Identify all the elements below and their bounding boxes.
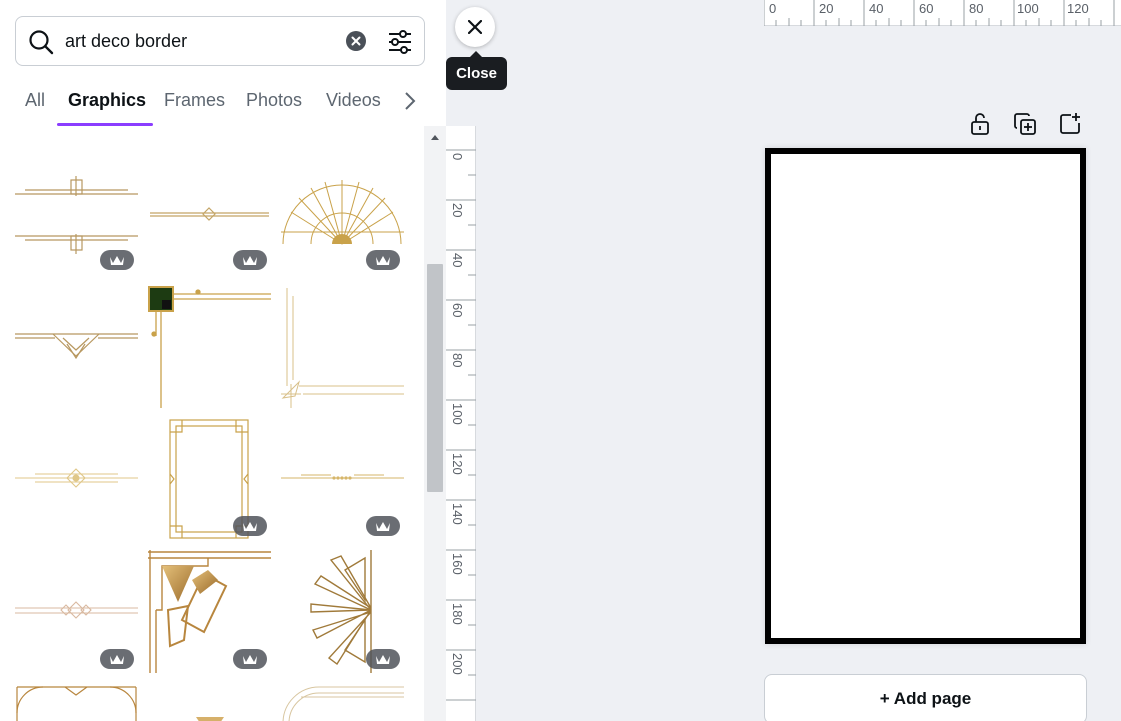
result-chevron-deco-divider[interactable] [15,286,138,408]
tab-videos[interactable]: Videos [326,78,381,124]
crown-icon [233,649,267,669]
result-gold-diamond-divider[interactable] [15,418,138,540]
ruler-label: 140 [450,503,465,525]
ruler-label: 20 [819,1,834,16]
search-bar[interactable]: art deco border [15,16,425,66]
result-gold-corner-border[interactable] [281,286,404,408]
partial-result-tile[interactable] [281,683,404,721]
close-icon [468,20,482,34]
search-icon [29,30,54,55]
ruler-label: 0 [450,153,465,161]
tab-all[interactable]: All [25,78,45,124]
partial-result-tile[interactable] [148,126,271,142]
result-gold-fan-corner[interactable] [148,550,271,673]
page-toolbar [966,110,1086,140]
result-double-line-deco-divider[interactable] [15,156,138,274]
duplicate-page-icon [1014,113,1036,135]
ruler-label: 60 [450,303,465,318]
ruler-label: 100 [1017,1,1039,16]
duplicate-page-button[interactable] [1011,110,1039,138]
search-results-panel: art deco border All Graphics Frames Phot… [0,0,446,721]
scroll-thumb[interactable] [427,264,443,492]
filter-sliders-icon[interactable] [386,28,414,56]
unlock-icon [971,113,989,135]
result-thin-diamond-divider[interactable] [148,156,271,274]
crown-icon [366,250,400,270]
crown-icon [233,250,267,270]
partial-result-tile[interactable] [15,683,138,721]
crown-icon [366,649,400,669]
design-page[interactable] [765,148,1086,644]
crown-icon [100,250,134,270]
chevron-right-icon[interactable] [400,90,420,112]
ruler-label: 160 [450,553,465,575]
ruler-label: 120 [450,453,465,475]
horizontal-ruler: 0 20 40 60 80 100 120 [764,0,1121,26]
ruler-label: 40 [869,1,884,16]
result-dotted-line-divider[interactable] [281,418,404,540]
close-tooltip: Close [446,51,507,90]
partial-result-tile[interactable] [15,126,138,142]
crown-icon [366,516,400,536]
add-page-icon [1060,113,1080,134]
ruler-label: 80 [969,1,984,16]
partial-result-tile[interactable] [281,126,404,142]
close-panel-button[interactable] [455,7,495,47]
crown-icon [233,516,267,536]
ruler-label: 100 [450,403,465,425]
lock-page-button[interactable] [966,110,994,138]
ruler-label: 0 [769,1,777,16]
ruler-label: 40 [450,253,465,268]
ruler-label: 60 [919,1,934,16]
add-page-button[interactable]: + Add page [764,674,1087,721]
result-fan-side-ornament[interactable] [281,550,404,673]
result-type-tabs: All Graphics Frames Photos Videos [0,78,430,126]
result-gold-rectangle-frame[interactable] [148,418,271,540]
add-page-icon-button[interactable] [1056,110,1084,138]
tab-frames[interactable]: Frames [164,78,225,124]
crown-icon [100,649,134,669]
tab-photos[interactable]: Photos [246,78,302,124]
ruler-label: 200 [450,653,465,675]
ruler-label: 120 [1067,1,1089,16]
result-green-corner-border[interactable] [148,286,271,408]
partial-result-tile[interactable] [148,683,271,721]
results-scrollbar[interactable] [424,126,446,721]
result-sunburst-fan-ornament[interactable] [281,156,404,274]
scroll-up-arrow-icon[interactable] [429,132,441,142]
result-pink-diamond-divider[interactable] [15,550,138,673]
ruler-label: 80 [450,353,465,368]
clear-search-icon[interactable] [346,31,366,51]
tab-graphics[interactable]: Graphics [68,78,146,124]
search-input[interactable]: art deco border [65,17,187,65]
vertical-ruler: 0 20 40 60 80 100 120 140 160 180 200 [446,126,476,721]
ruler-label: 20 [450,203,465,218]
ruler-label: 180 [450,603,465,625]
graphics-results-grid [0,126,424,721]
